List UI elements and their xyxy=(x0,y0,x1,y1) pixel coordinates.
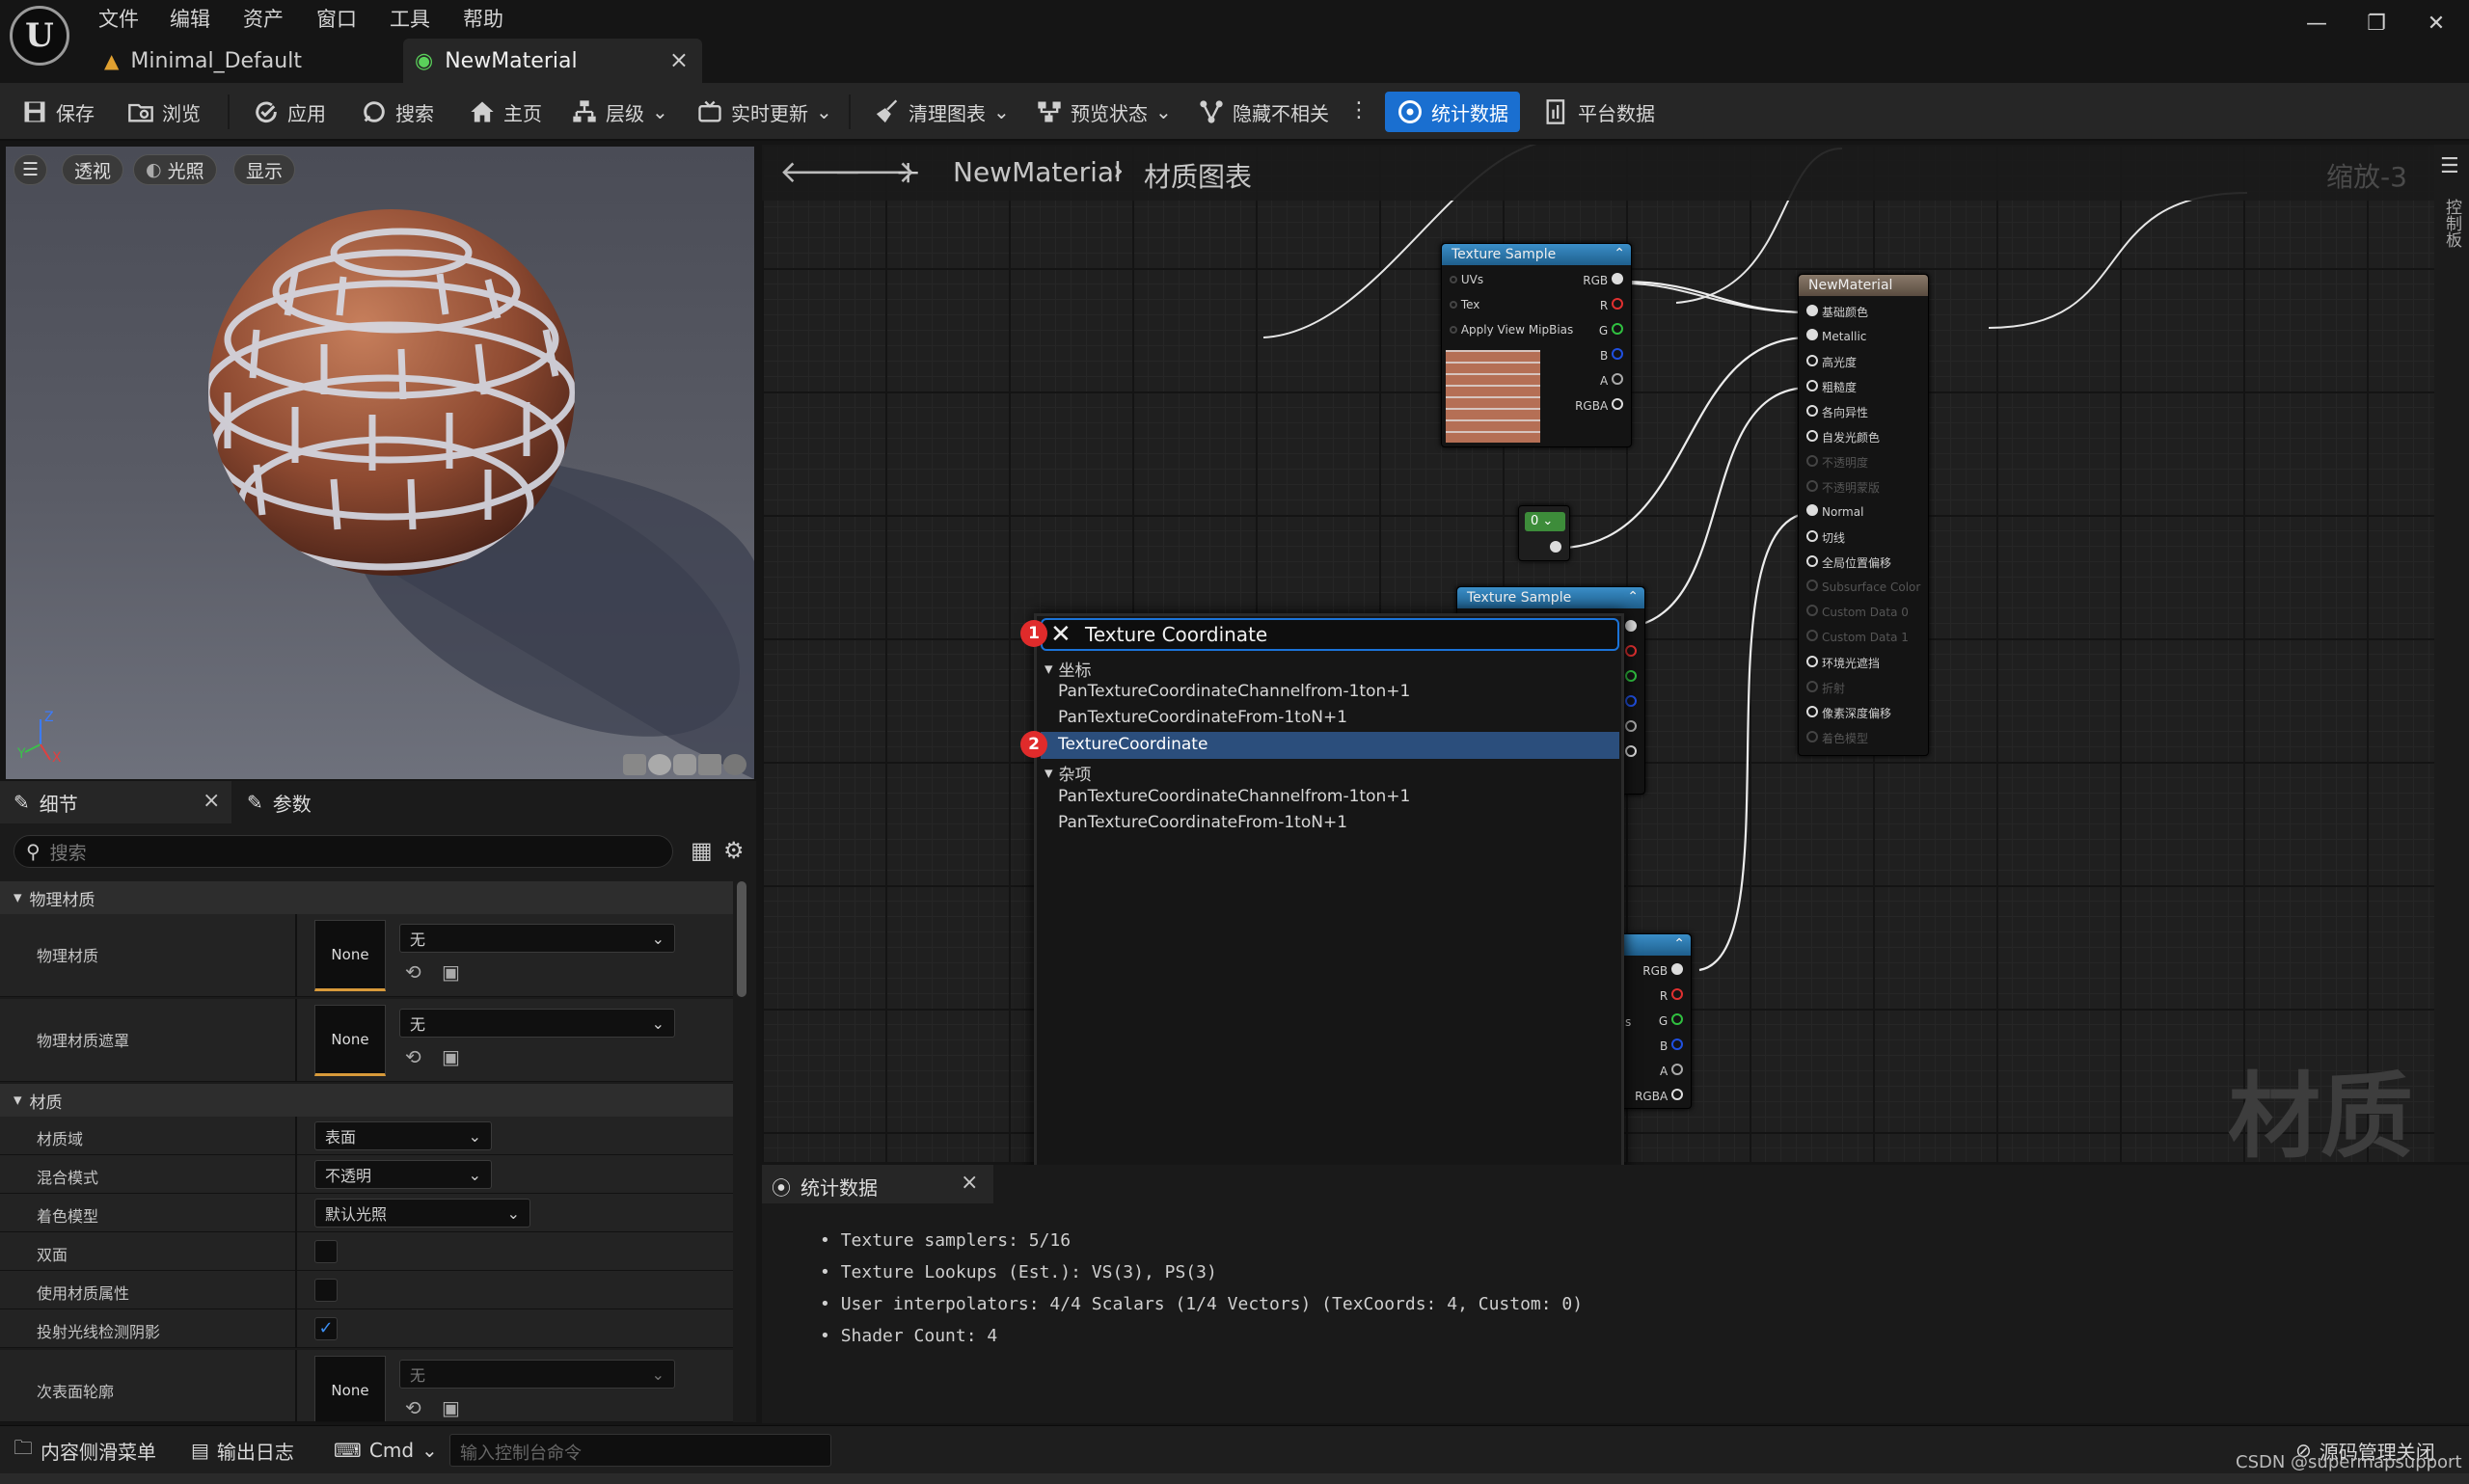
material-input-pin[interactable]: 高光度 xyxy=(1806,354,1857,370)
pin-g[interactable]: G xyxy=(1599,323,1623,337)
collapse-icon[interactable]: ⌃ xyxy=(1627,586,1639,607)
pin-tex[interactable]: Tex xyxy=(1450,298,1479,311)
result-item[interactable]: PanTextureCoordinateFrom-1toN+1 xyxy=(1058,708,1347,727)
stat-line: • Shader Count: 4 xyxy=(820,1326,998,1346)
stats-icon: ⦿ xyxy=(772,1176,791,1200)
material-input-pin[interactable]: 着色模型 xyxy=(1806,730,1868,746)
material-input-pin[interactable]: 自发光颜色 xyxy=(1806,429,1880,445)
pin-rgba[interactable]: RGBA xyxy=(1575,398,1623,413)
breadcrumb-chevron-icon: › xyxy=(1113,154,1125,186)
zoom-level: 缩放-3 xyxy=(2326,161,2407,193)
stat-line: • Texture Lookups (Est.): VS(3), PS(3) xyxy=(820,1262,1217,1282)
pin-r[interactable]: R xyxy=(1600,298,1623,312)
close-stats-icon[interactable]: × xyxy=(961,1171,978,1195)
pin-b[interactable]: B xyxy=(1600,348,1623,363)
pin-rgba[interactable] xyxy=(1625,745,1637,757)
pin-apply-view-mipbias[interactable]: Apply View MipBias xyxy=(1450,323,1573,337)
breadcrumb-asset[interactable]: NewMaterial xyxy=(953,156,1122,188)
result-item[interactable]: PanTextureCoordinateChannelfrom-1ton+1 xyxy=(1058,682,1410,701)
material-input-pin[interactable]: Metallic xyxy=(1806,329,1866,343)
pin-a[interactable]: A xyxy=(1660,1064,1683,1078)
pin-a[interactable] xyxy=(1625,720,1637,732)
cmd-dropdown[interactable]: ⌨ Cmd ⌄ xyxy=(334,1426,438,1474)
node-search-input[interactable]: Texture Coordinate xyxy=(1041,618,1619,651)
material-input-pin[interactable]: 切线 xyxy=(1806,529,1845,546)
palette-tab[interactable]: 控制板 xyxy=(2440,199,2464,248)
pin-b[interactable] xyxy=(1625,695,1637,707)
pin-g[interactable] xyxy=(1625,670,1637,682)
pin-rgb[interactable]: RGB xyxy=(1583,273,1623,287)
material-input-pin[interactable]: Subsurface Color xyxy=(1806,580,1920,594)
pin-r[interactable]: R xyxy=(1660,988,1683,1003)
breadcrumb-graph[interactable]: 材质图表 xyxy=(1144,156,1252,195)
output-log-button[interactable]: ▤ 输出日志 xyxy=(191,1426,294,1474)
pin-b[interactable]: B xyxy=(1660,1039,1683,1053)
content-drawer-button[interactable]: 🗀 内容侧滑菜单 xyxy=(14,1426,156,1474)
material-input-pin[interactable]: 像素深度偏移 xyxy=(1806,705,1891,721)
annotation-badge-2: 2 xyxy=(1020,731,1047,758)
pin-rgb[interactable]: RGB xyxy=(1642,963,1683,978)
palette-strip: ☰ 控制板 xyxy=(2434,145,2469,1162)
csdn-watermark: CSDN @supermapsupport xyxy=(2236,1452,2462,1472)
collapse-icon[interactable]: ⌃ xyxy=(1614,243,1625,264)
tab-stats[interactable]: ⦿ 统计数据 xyxy=(772,1173,878,1201)
material-input-pin[interactable]: 环境光遮挡 xyxy=(1806,655,1880,671)
log-icon: ▤ xyxy=(191,1439,209,1462)
clear-search-icon[interactable]: ✕ xyxy=(1050,620,1072,649)
annotation-badge-1: 1 xyxy=(1020,620,1047,647)
constant-output-pin[interactable] xyxy=(1550,541,1561,553)
chevron-down-icon: ⌄ xyxy=(421,1439,438,1462)
list-icon[interactable]: ☰ xyxy=(2440,154,2459,178)
texture-sample-node[interactable]: Texture Sample ⌃ UVs Tex Apply View MipBi… xyxy=(1441,243,1632,447)
stats-panel: ⦿ 统计数据 × • Texture samplers: 5/16 • Text… xyxy=(762,1165,2469,1423)
material-input-pin[interactable]: 不透明度 xyxy=(1806,454,1868,471)
triangle-down-icon: ▾ xyxy=(1045,763,1053,783)
material-input-pin[interactable]: 折射 xyxy=(1806,680,1845,696)
material-input-pin[interactable]: Custom Data 0 xyxy=(1806,605,1909,619)
console-input[interactable]: 输入控制台命令 xyxy=(449,1434,831,1467)
material-input-pin[interactable]: 不透明蒙版 xyxy=(1806,479,1880,496)
pin-r[interactable] xyxy=(1625,645,1637,657)
pin-uvs[interactable]: UVs xyxy=(1450,273,1483,286)
material-input-pin[interactable]: 全局位置偏移 xyxy=(1806,554,1891,571)
content-drawer-icon: 🗀 xyxy=(14,1436,33,1459)
texture-thumbnail xyxy=(1446,350,1540,443)
triangle-down-icon: ▾ xyxy=(1045,659,1053,679)
material-input-pin[interactable]: Normal xyxy=(1806,504,1863,519)
material-input-pin[interactable]: 各向异性 xyxy=(1806,404,1868,420)
pin-rgb[interactable] xyxy=(1625,620,1637,632)
pin-rgba[interactable]: RGBA xyxy=(1635,1089,1683,1103)
result-item[interactable]: PanTextureCoordinateChannelfrom-1ton+1 xyxy=(1058,787,1410,806)
node-search-popup: Texture Coordinate ✕ ▾ 坐标 PanTextureCoord… xyxy=(1034,613,1624,1201)
graph-watermark: 材质 xyxy=(2228,1063,2413,1171)
graph-icon: ⊹ xyxy=(897,156,920,188)
pin-a[interactable]: A xyxy=(1600,373,1623,388)
collapse-icon[interactable]: ⌃ xyxy=(1673,933,1685,955)
status-bar: 🗀 内容侧滑菜单 ▤ 输出日志 ⌨ Cmd ⌄ 输入控制台命令 ⊘ 源码管理关闭 xyxy=(0,1425,2469,1473)
result-item-texture-coordinate[interactable]: TextureCoordinate xyxy=(1058,735,1207,754)
material-input-pin[interactable]: 基础颜色 xyxy=(1806,304,1868,320)
stat-line: • User interpolators: 4/4 Scalars (1/4 V… xyxy=(820,1294,1584,1314)
constant-node[interactable]: 0 ⌄ xyxy=(1518,505,1570,561)
category-misc[interactable]: ▾ 杂项 xyxy=(1045,761,1092,786)
material-input-pin[interactable]: Custom Data 1 xyxy=(1806,630,1909,644)
stat-line: • Texture samplers: 5/16 xyxy=(820,1230,1072,1251)
terminal-icon: ⌨ xyxy=(334,1439,362,1462)
graph-breadcrumb-bar: 🡐 🡒 ⊹ NewMaterial › 材质图表 缩放-3 xyxy=(762,145,2434,201)
material-input-pin[interactable]: 粗糙度 xyxy=(1806,379,1857,395)
material-output-node[interactable]: NewMaterial 基础颜色 Metallic 高光度 粗糙度 各向异性 自发光颜色不… xyxy=(1798,274,1929,756)
result-item[interactable]: PanTextureCoordinateFrom-1toN+1 xyxy=(1058,813,1347,832)
category-coordinates[interactable]: ▾ 坐标 xyxy=(1045,657,1092,682)
pin-g[interactable]: G xyxy=(1659,1013,1683,1028)
